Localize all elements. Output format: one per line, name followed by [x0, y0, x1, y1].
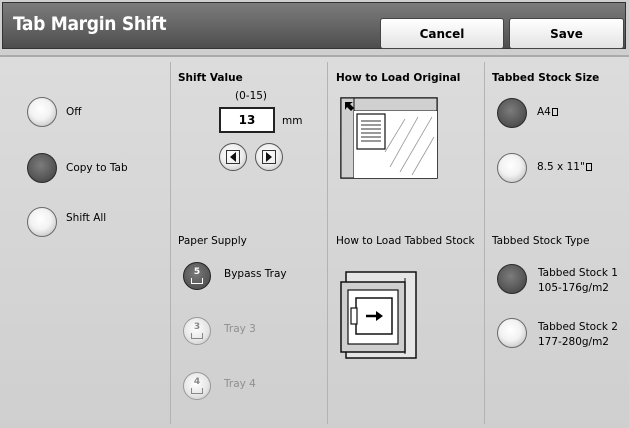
- paper-supply-heading: Paper Supply: [178, 235, 247, 247]
- radio-shift-all[interactable]: [27, 207, 57, 237]
- radio-shift-all-label: Shift All: [66, 212, 107, 224]
- right-arrow-icon: [262, 150, 276, 164]
- increment-button[interactable]: [255, 143, 283, 171]
- decrement-button[interactable]: [219, 143, 247, 171]
- shift-value-input[interactable]: 13: [219, 107, 275, 133]
- radio-size-letter-label: 8.5 x 11": [537, 161, 592, 173]
- tray-icon: 4: [191, 378, 203, 394]
- load-original-diagram: [340, 97, 438, 179]
- shift-value-range: (0-15): [235, 90, 268, 102]
- tab-margin-shift-screen: Tab Margin Shift Cancel Save Off Copy to…: [0, 0, 629, 428]
- tray-3-button[interactable]: 3: [183, 317, 211, 345]
- radio-size-a4[interactable]: [497, 98, 527, 128]
- radio-size-a4-label: A4: [537, 106, 558, 118]
- cancel-button[interactable]: Cancel: [380, 18, 504, 49]
- bypass-tray-icon: 5: [191, 268, 203, 284]
- column-divider: [170, 62, 171, 424]
- radio-tabbed-stock-2-label: Tabbed Stock 2 177-280g/m2: [538, 321, 618, 348]
- orientation-icon: [585, 163, 592, 171]
- radio-off-label: Off: [66, 106, 82, 118]
- radio-tabbed-stock-1-label: Tabbed Stock 1 105-176g/m2: [538, 267, 618, 294]
- orientation-icon: [551, 108, 558, 116]
- tray-bypass-label: Bypass Tray: [224, 268, 287, 280]
- header: Tab Margin Shift Cancel Save: [0, 0, 629, 55]
- tray-icon: 3: [191, 323, 203, 339]
- shift-value-unit: mm: [282, 115, 303, 127]
- tabbed-type-heading: Tabbed Stock Type: [492, 235, 590, 247]
- load-tabbed-diagram: [340, 271, 417, 359]
- radio-size-letter[interactable]: [497, 153, 527, 183]
- tray-4-button[interactable]: 4: [183, 372, 211, 400]
- tray-3-label: Tray 3: [224, 323, 256, 335]
- save-button[interactable]: Save: [509, 18, 624, 49]
- column-divider: [484, 62, 485, 424]
- radio-tabbed-stock-2[interactable]: [497, 318, 527, 348]
- tabbed-size-heading: Tabbed Stock Size: [492, 72, 600, 84]
- load-original-heading: How to Load Original: [336, 72, 461, 84]
- tray-bypass-button[interactable]: 5: [183, 262, 211, 290]
- page-title: Tab Margin Shift: [13, 13, 167, 35]
- radio-copy-to-tab-label: Copy to Tab: [66, 162, 128, 174]
- shift-value-heading: Shift Value: [178, 72, 243, 84]
- radio-tabbed-stock-1[interactable]: [497, 264, 527, 294]
- tray-4-label: Tray 4: [224, 378, 256, 390]
- load-tabbed-heading: How to Load Tabbed Stock: [336, 235, 475, 247]
- left-arrow-icon: [226, 150, 240, 164]
- radio-off[interactable]: [27, 97, 57, 127]
- column-divider: [327, 62, 328, 424]
- radio-copy-to-tab[interactable]: [27, 153, 57, 183]
